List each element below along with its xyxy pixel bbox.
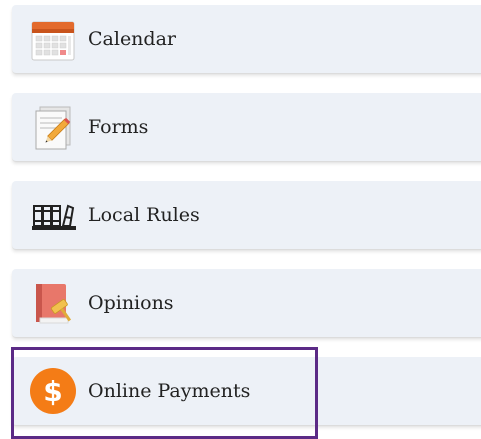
menu-item-label: Opinions bbox=[88, 292, 174, 314]
menu-item-label: Local Rules bbox=[88, 204, 200, 226]
calendar-icon bbox=[28, 14, 78, 64]
menu-item-opinions[interactable]: Opinions bbox=[12, 269, 481, 337]
menu-item-label: Online Payments bbox=[88, 380, 251, 402]
menu-item-online-payments[interactable]: $ Online Payments bbox=[12, 357, 481, 425]
gavel-book-icon bbox=[28, 278, 78, 328]
form-pencil-icon bbox=[28, 102, 78, 152]
menu-item-local-rules[interactable]: Local Rules bbox=[12, 181, 481, 249]
dollar-coin-icon: $ bbox=[28, 366, 78, 416]
menu-item-calendar[interactable]: Calendar bbox=[12, 5, 481, 73]
menu-item-forms[interactable]: Forms bbox=[12, 93, 481, 161]
menu-item-label: Calendar bbox=[88, 28, 176, 50]
law-books-icon bbox=[28, 190, 78, 240]
svg-text:$: $ bbox=[43, 375, 62, 408]
menu-item-label: Forms bbox=[88, 116, 149, 138]
